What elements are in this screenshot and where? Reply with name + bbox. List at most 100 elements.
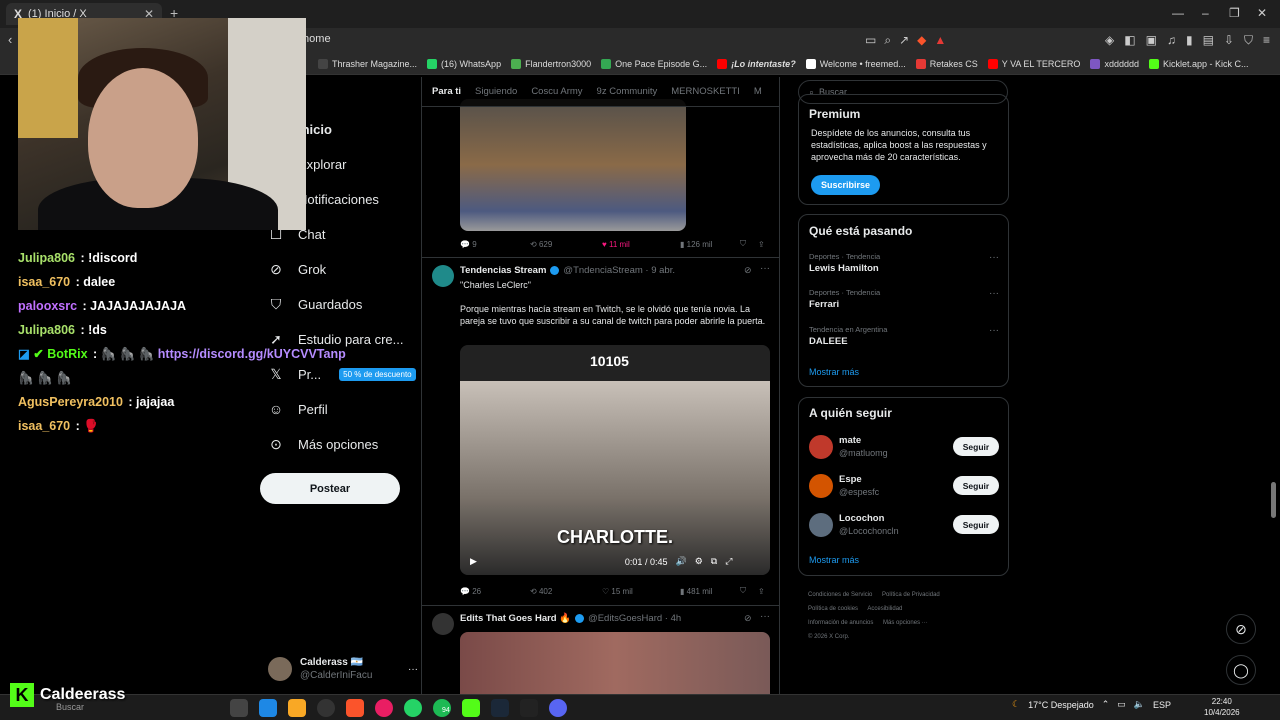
extension-icon[interactable]: ◧ — [1124, 33, 1135, 48]
download-icon[interactable]: ⇩ — [1224, 33, 1234, 48]
account-switcher[interactable]: Calderass 🇦🇷 @CalderIniFacu ··· — [268, 654, 418, 684]
views-button[interactable]: ▮ 481 mil — [680, 587, 740, 596]
bookmark[interactable]: Kicklet.app - Kick C... — [1148, 58, 1249, 69]
volume-icon[interactable]: 🔊 — [675, 556, 686, 567]
tabs-icon[interactable]: ▤ — [1203, 33, 1214, 48]
grok-icon[interactable]: ⊘ — [744, 265, 752, 276]
show-more-link[interactable]: Mostrar más — [809, 555, 859, 565]
play-icon[interactable]: ▶ — [470, 556, 477, 567]
trend-item[interactable]: Deportes · Tendencia Lewis Hamilton ··· — [809, 252, 999, 274]
steam-icon[interactable] — [491, 699, 509, 717]
avatar[interactable] — [809, 474, 833, 498]
tab-para-ti[interactable]: Para ti — [432, 86, 461, 97]
grok-float-button[interactable]: ⊘ — [1226, 614, 1256, 644]
repost-button[interactable]: ⟲ 629 — [530, 240, 602, 249]
share-icon[interactable]: ↗ — [899, 33, 909, 48]
subscribe-button[interactable]: Suscribirse — [811, 175, 881, 195]
more-dots-icon[interactable]: ··· — [989, 288, 999, 299]
file-explorer-icon[interactable] — [288, 699, 306, 717]
reply-button[interactable]: 💬 9 — [460, 240, 530, 249]
footer-link[interactable]: Política de Privacidad — [882, 592, 940, 598]
close-window-icon[interactable]: ✕ — [1257, 6, 1267, 20]
tab-more[interactable]: M — [754, 86, 762, 97]
app-icon[interactable] — [375, 699, 393, 717]
music-icon[interactable]: ♫ — [1167, 33, 1176, 48]
brave-shield-icon[interactable]: ◆ — [917, 33, 926, 48]
bookmark[interactable]: (16) WhatsApp — [427, 58, 501, 69]
show-more-link[interactable]: Mostrar más — [809, 367, 859, 377]
bookmark[interactable]: Flandertron3000 — [511, 58, 591, 69]
tab-mernosketti[interactable]: MERNOSKETTI — [671, 86, 740, 97]
bookmark[interactable]: Welcome • freemed... — [805, 58, 906, 69]
maximize-icon[interactable]: ❐ — [1229, 6, 1240, 20]
epic-games-icon[interactable] — [520, 699, 538, 717]
share-icon[interactable]: ⇪ — [758, 240, 765, 249]
grok-icon[interactable]: ⊘ — [744, 613, 752, 624]
minimize-icon[interactable]: — — [1172, 6, 1184, 20]
more-dots-icon[interactable]: ··· — [760, 263, 770, 274]
obs-icon[interactable] — [317, 699, 335, 717]
footer-link[interactable]: Más opciones ··· — [883, 620, 928, 626]
menu-icon[interactable]: ≡ — [1263, 33, 1270, 48]
task-view-icon[interactable] — [230, 699, 248, 717]
like-button[interactable]: ♥ 11 mil — [602, 240, 680, 249]
bookmark[interactable]: Retakes CS — [915, 58, 978, 69]
vpn-icon[interactable]: ◈ — [1105, 33, 1114, 48]
more-dots-icon[interactable]: ··· — [989, 325, 999, 336]
more-dots-icon[interactable]: ··· — [408, 664, 418, 675]
trend-item[interactable]: Tendencia en Argentina DALEEE ··· — [809, 325, 999, 347]
pip-icon[interactable]: ⧉ — [711, 556, 717, 567]
follow-button[interactable]: Seguir — [953, 437, 999, 456]
tweet-video[interactable]: 10105 CHARLOTTE. ▶ 0:01 / 0:45 🔊 ⚙ ⧉ ⤢ — [460, 345, 770, 575]
follow-button[interactable]: Seguir — [953, 476, 999, 495]
fullscreen-icon[interactable]: ⤢ — [725, 556, 732, 567]
screen-icon[interactable]: ▭ — [865, 33, 876, 48]
repost-button[interactable]: ⟲ 402 — [530, 587, 602, 596]
bookmark[interactable]: ¡Lo intentaste? — [717, 58, 796, 69]
tweet-media-image[interactable] — [460, 99, 686, 231]
tab-siguiendo[interactable]: Siguiendo — [475, 86, 517, 97]
volume-icon[interactable]: 🔈 — [1134, 699, 1145, 710]
bookmark[interactable]: Y VA EL TERCERO — [987, 58, 1080, 69]
bookmark-icon[interactable]: ⛉ — [740, 586, 758, 596]
follow-button[interactable]: Seguir — [953, 515, 999, 534]
more-dots-icon[interactable]: ··· — [760, 611, 770, 622]
footer-link[interactable]: Política de cookies — [808, 606, 858, 612]
tweet-avatar[interactable] — [432, 613, 454, 635]
avatar[interactable] — [809, 513, 833, 537]
tweet-media-image[interactable] — [460, 632, 770, 702]
tab-9z-community[interactable]: 9z Community — [597, 86, 658, 97]
post-button[interactable]: Postear — [260, 473, 400, 504]
footer-link[interactable]: Accesibilidad — [867, 606, 902, 612]
kick-icon[interactable] — [462, 699, 480, 717]
footer-link[interactable]: Información de anuncios — [808, 620, 873, 626]
trend-item[interactable]: Deportes · Tendencia Ferrari ··· — [809, 288, 999, 310]
zoom-icon[interactable]: ⌕ — [884, 33, 891, 48]
settings-icon[interactable]: ⚙ — [695, 556, 703, 567]
minimize-window-icon[interactable]: – — [1202, 6, 1209, 20]
discord-icon[interactable] — [549, 699, 567, 717]
wallet-icon[interactable]: ▣ — [1146, 33, 1157, 48]
like-button[interactable]: ♡ 15 mil — [602, 587, 680, 596]
back-icon[interactable]: ‹ — [8, 32, 12, 47]
clock[interactable]: 22:40 10/4/2026 — [1204, 696, 1240, 718]
brave-icon[interactable] — [346, 699, 364, 717]
network-icon[interactable]: ▭ — [1117, 699, 1126, 710]
scrollbar[interactable] — [1271, 482, 1276, 518]
bookmark-icon[interactable]: ⛉ — [740, 239, 758, 249]
messages-float-button[interactable]: ◯ — [1226, 655, 1256, 685]
footer-link[interactable]: Condiciones de Servicio — [808, 592, 872, 598]
shield-icon[interactable]: ⛉ — [1244, 33, 1253, 48]
tab-coscu-army[interactable]: Coscu Army — [531, 86, 582, 97]
bookmark[interactable]: xdddddd — [1090, 58, 1139, 69]
share-icon[interactable]: ⇪ — [758, 587, 765, 596]
brave-rewards-icon[interactable]: ▲ — [934, 33, 946, 48]
bookmark[interactable]: Thrasher Magazine... — [318, 58, 417, 69]
bookmark[interactable]: One Pace Episode G... — [601, 58, 707, 69]
reply-button[interactable]: 💬 26 — [460, 587, 530, 596]
sidebar-icon[interactable]: ▮ — [1186, 33, 1193, 48]
language-indicator[interactable]: ESP — [1153, 700, 1171, 710]
avatar[interactable] — [809, 435, 833, 459]
chevron-up-icon[interactable]: ⌃ — [1102, 699, 1110, 710]
tweet-avatar[interactable] — [432, 265, 454, 287]
